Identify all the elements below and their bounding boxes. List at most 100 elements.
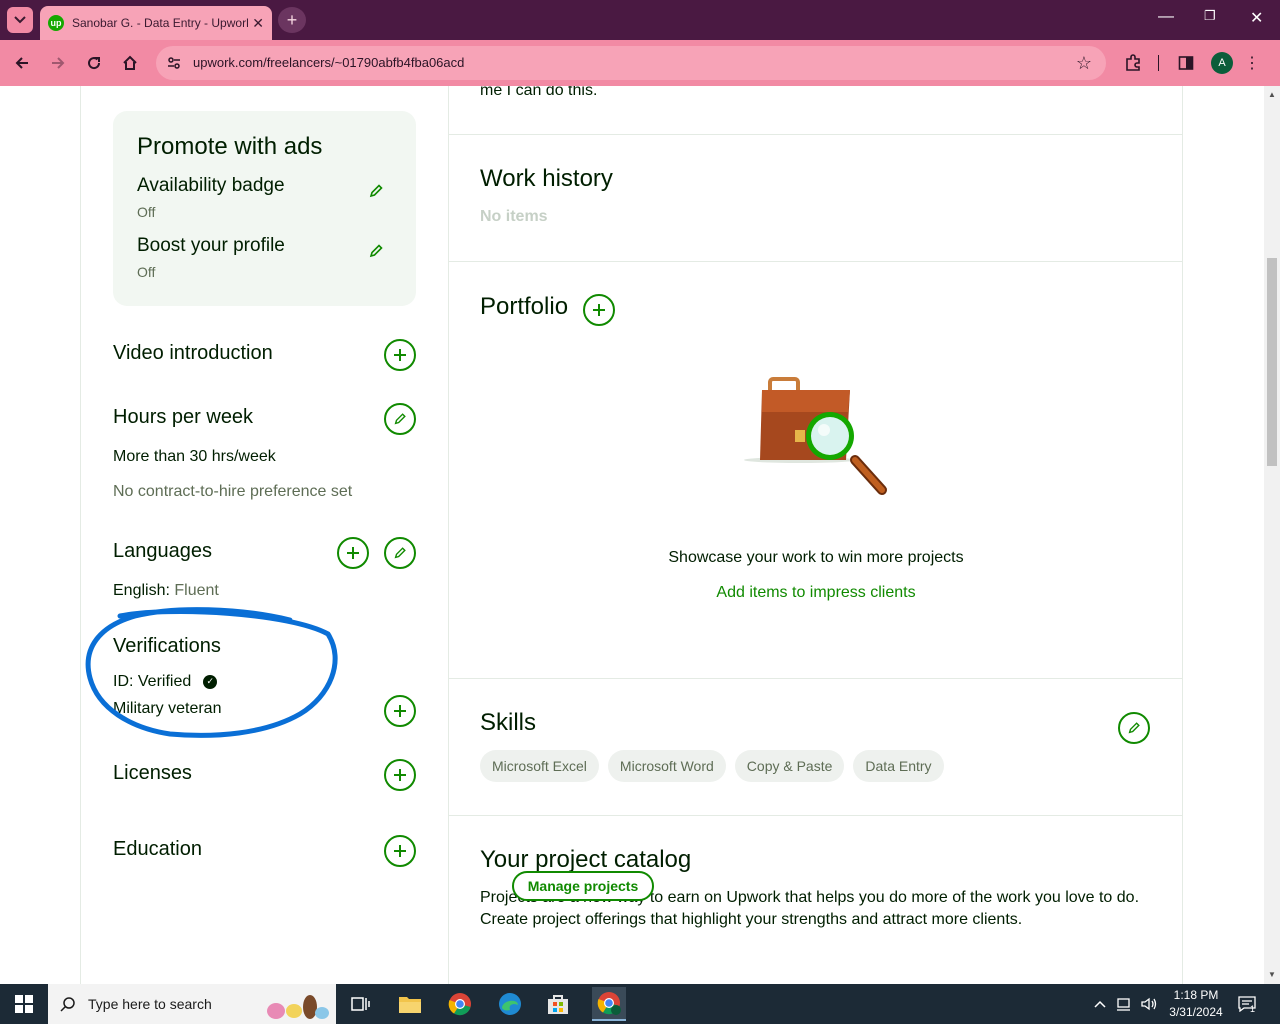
address-bar[interactable]: upwork.com/freelancers/~01790abfb4fba06a… (156, 46, 1106, 80)
arrow-right-icon (52, 57, 65, 69)
divider (448, 261, 1182, 262)
scroll-down-icon[interactable]: ▼ (1267, 970, 1277, 979)
show-hidden-icons-chevron-icon[interactable] (1094, 984, 1110, 1024)
back-button[interactable] (10, 51, 34, 75)
clock-time: 1:18 PM (1173, 988, 1219, 1002)
start-button[interactable] (0, 984, 48, 1024)
close-window-icon[interactable]: ✕ (1250, 8, 1263, 28)
edit-availability-pencil-icon[interactable] (368, 183, 384, 199)
verifications-title: Verifications (113, 635, 221, 657)
portfolio-cta-text: Showcase your work to win more projects (668, 549, 964, 566)
extensions-icon[interactable] (1122, 51, 1144, 75)
toolbar-divider (1156, 51, 1160, 75)
boost-profile-title: Boost your profile (137, 235, 285, 256)
browser-tab-active[interactable]: up Sanobar G. - Data Entry - Upwork ✕ (40, 6, 272, 40)
add-portfolio-items-link[interactable]: Add items to impress clients (450, 584, 1182, 602)
side-panel-icon[interactable] (1176, 51, 1196, 75)
bookmark-star-icon[interactable]: ☆ (1076, 53, 1092, 74)
notifications-button[interactable]: 1 (1238, 984, 1262, 1024)
availability-badge-title: Availability badge (137, 175, 285, 196)
add-portfolio-button[interactable] (583, 294, 615, 326)
language-level: Fluent (174, 582, 219, 599)
page-scrollbar[interactable]: ▲ ▼ (1264, 86, 1280, 984)
edit-boost-pencil-icon[interactable] (368, 243, 384, 259)
licenses-title: Licenses (113, 762, 192, 784)
profile-page: me I can do this. Promote with ads Avail… (0, 86, 1264, 984)
plus-icon (394, 845, 406, 857)
edit-skills-button[interactable] (1118, 712, 1150, 744)
add-license-button[interactable] (384, 759, 416, 791)
add-education-button[interactable] (384, 835, 416, 867)
plus-icon (347, 547, 359, 559)
promote-title: Promote with ads (137, 133, 323, 160)
skill-chip[interactable]: Data Entry (853, 750, 944, 782)
browser-toolbar: upwork.com/freelancers/~01790abfb4fba06a… (0, 40, 1280, 86)
briefcase-search-illustration (744, 377, 887, 495)
pencil-icon (1128, 722, 1140, 734)
scroll-thumb[interactable] (1267, 258, 1277, 466)
plus-icon (394, 769, 406, 781)
chrome-icon[interactable] (446, 990, 474, 1018)
tab-title: Sanobar G. - Data Entry - Upwork (72, 16, 248, 30)
url-text[interactable]: upwork.com/freelancers/~01790abfb4fba06a… (193, 55, 464, 70)
portfolio-title: Portfolio (480, 293, 569, 320)
chrome-profile-active-icon[interactable] (592, 987, 626, 1021)
chevron-down-icon (14, 16, 26, 24)
education-title: Education (113, 838, 202, 860)
promote-card: Promote with ads Availability badge Off … (113, 111, 416, 306)
add-verification-button[interactable] (384, 695, 416, 727)
task-view-icon[interactable] (346, 990, 374, 1018)
availability-badge-status: Off (137, 204, 156, 220)
work-history-title: Work history (480, 165, 613, 192)
home-button[interactable] (118, 51, 142, 75)
edit-languages-button[interactable] (384, 537, 416, 569)
search-icon (60, 997, 75, 1012)
video-intro-title: Video introduction (113, 342, 273, 364)
plus-icon (394, 349, 406, 361)
forward-button[interactable] (46, 51, 70, 75)
browser-menu-icon[interactable]: ⋮ (1244, 51, 1260, 75)
tab-search-button[interactable] (7, 7, 33, 33)
easter-eggs-decoration-icon (267, 995, 329, 1019)
windows-logo-icon (15, 995, 33, 1013)
profile-avatar[interactable]: A (1210, 51, 1234, 75)
right-border (1182, 86, 1183, 984)
skill-chip[interactable]: Microsoft Word (607, 750, 726, 782)
scroll-up-icon[interactable]: ▲ (1267, 90, 1277, 99)
plus-icon (593, 304, 605, 316)
language-entry: English: Fluent (113, 582, 219, 600)
add-language-button[interactable] (337, 537, 369, 569)
add-video-button[interactable] (384, 339, 416, 371)
site-settings-icon[interactable] (166, 55, 182, 71)
minimize-icon[interactable]: — (1158, 8, 1174, 26)
languages-title: Languages (113, 540, 212, 562)
contract-preference: No contract-to-hire preference set (113, 483, 353, 500)
hours-title: Hours per week (113, 406, 254, 428)
taskbar-search-box[interactable]: Type here to search (48, 984, 336, 1024)
network-icon[interactable] (1116, 984, 1136, 1024)
reload-icon (88, 57, 101, 70)
divider (448, 815, 1182, 816)
microsoft-store-icon[interactable] (544, 990, 572, 1018)
volume-icon[interactable] (1140, 984, 1160, 1024)
language-name: English: (113, 582, 170, 599)
notification-count: 1 (1250, 1004, 1256, 1014)
system-clock[interactable]: 1:18 PM 3/31/2024 (1160, 987, 1232, 1021)
file-explorer-icon[interactable] (396, 990, 424, 1018)
profile-initial: A (1211, 52, 1233, 74)
boost-profile-status: Off (137, 264, 156, 280)
restore-icon[interactable]: ❐ (1204, 8, 1216, 24)
edit-hours-button[interactable] (384, 403, 416, 435)
skill-chip[interactable]: Microsoft Excel (480, 750, 599, 782)
manage-projects-button[interactable]: Manage projects (512, 871, 654, 901)
arrow-left-icon (15, 57, 28, 69)
skill-chip[interactable]: Copy & Paste (734, 750, 845, 782)
tab-close-icon[interactable]: ✕ (252, 15, 264, 32)
edge-icon[interactable] (496, 990, 524, 1018)
reload-button[interactable] (82, 51, 106, 75)
project-catalog-title: Your project catalog (480, 846, 692, 873)
left-border (80, 86, 81, 984)
new-tab-button[interactable]: + (278, 7, 306, 33)
divider (448, 134, 1182, 135)
pencil-icon (394, 413, 406, 425)
